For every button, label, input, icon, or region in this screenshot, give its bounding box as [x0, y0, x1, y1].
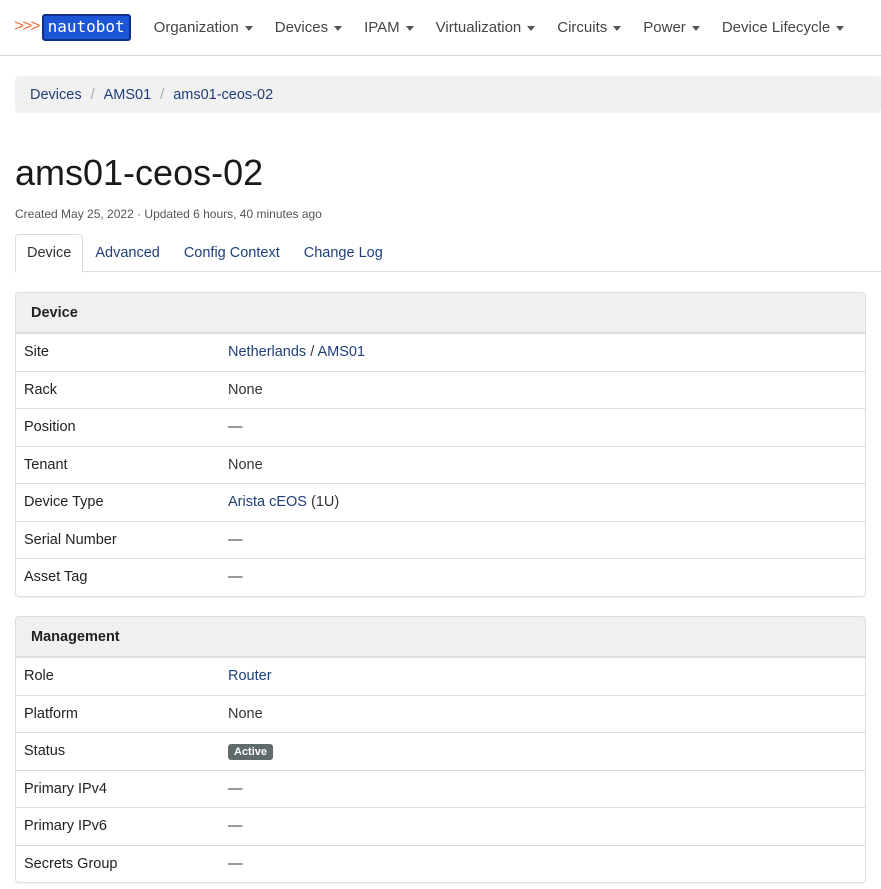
site-link[interactable]: AMS01 [317, 344, 365, 360]
table-row: Status Active [16, 732, 865, 770]
panel-heading: Device [16, 293, 865, 333]
row-label: Position [24, 419, 76, 436]
row-value: Arista cEOS (1U) [228, 494, 339, 510]
table-row: Primary IPv4 — [16, 769, 865, 808]
table-row: Site Netherlands / AMS01 [16, 333, 865, 371]
row-label: Serial Number [24, 531, 117, 548]
device-panel: Device Site Netherlands / AMS01 Rack Non… [15, 292, 866, 597]
panel-heading: Management [16, 617, 865, 657]
role-link[interactable]: Router [228, 668, 272, 684]
nav-devices[interactable]: Devices [264, 0, 353, 56]
nav-label: Devices [274, 19, 329, 36]
row-label: Secrets Group [24, 855, 118, 872]
nav-label: Device Lifecycle [721, 19, 831, 36]
row-value: — [228, 569, 243, 586]
tab-bar: Device Advanced Config Context Change Lo… [15, 234, 881, 273]
breadcrumb-separator: / [90, 86, 95, 103]
nav-power[interactable]: Power [632, 0, 711, 56]
row-label: Role [24, 668, 54, 685]
row-value: None [228, 705, 263, 722]
nav-organization[interactable]: Organization [143, 0, 264, 56]
page-meta: Created May 25, 2022 · Updated 6 hours, … [15, 207, 322, 221]
device-type-size: (1U) [306, 494, 340, 511]
table-row: Platform None [16, 694, 865, 733]
nav-label: Power [643, 19, 686, 36]
breadcrumb-devices[interactable]: Devices [30, 87, 82, 103]
table-row: Rack None [16, 370, 865, 409]
brand-arrows-icon: >>> [14, 18, 41, 37]
management-panel: Management Role Router Platform None Sta… [15, 616, 866, 883]
breadcrumb-device[interactable]: ams01-ceos-02 [173, 87, 273, 103]
device-type-link[interactable]: Arista cEOS [228, 494, 307, 510]
tab-device[interactable]: Device [15, 234, 84, 273]
row-label: Status [24, 743, 66, 760]
nav-label: Organization [153, 19, 239, 36]
tab-change-log[interactable]: Change Log [292, 234, 395, 272]
row-value: Netherlands / AMS01 [228, 344, 365, 360]
breadcrumb-site[interactable]: AMS01 [104, 87, 152, 103]
row-label: Primary IPv6 [24, 818, 107, 835]
status-badge: Active [228, 743, 274, 760]
caret-down-icon [244, 26, 253, 31]
nav-device-lifecycle[interactable]: Device Lifecycle [711, 0, 855, 56]
row-label: Asset Tag [24, 569, 88, 586]
brand-name: nautobot [41, 14, 131, 41]
caret-down-icon [527, 26, 536, 31]
row-label: Site [24, 344, 49, 361]
page-title: ams01-ceos-02 [15, 152, 264, 193]
row-value: — [228, 818, 243, 835]
table-row: Primary IPv6 — [16, 807, 865, 845]
caret-down-icon [334, 26, 343, 31]
nav-ipam[interactable]: IPAM [353, 0, 425, 56]
row-value: — [228, 780, 243, 797]
row-label: Tenant [24, 456, 68, 473]
row-label: Rack [24, 381, 58, 398]
table-row: Position — [16, 408, 865, 446]
row-value: None [228, 456, 263, 473]
brand-logo[interactable]: >>> nautobot [14, 14, 131, 41]
site-separator: / [306, 344, 318, 361]
breadcrumb-separator: / [160, 86, 165, 103]
table-row: Serial Number — [16, 520, 865, 559]
caret-down-icon [405, 26, 414, 31]
nav-circuits[interactable]: Circuits [546, 0, 632, 56]
row-label: Device Type [24, 494, 104, 511]
caret-down-icon [691, 26, 700, 31]
row-value: None [228, 381, 263, 398]
table-row: Device Type Arista cEOS (1U) [16, 483, 865, 521]
row-value: Router [228, 668, 272, 684]
breadcrumb: Devices / AMS01 / ams01-ceos-02 [15, 76, 881, 113]
row-value: — [228, 531, 243, 548]
nav-virtualization[interactable]: Virtualization [425, 0, 547, 56]
nav-label: Circuits [557, 19, 608, 36]
table-row: Asset Tag — [16, 558, 865, 596]
top-navbar: >>> nautobot Organization Devices IPAM V… [0, 0, 881, 56]
caret-down-icon [836, 26, 845, 31]
tab-advanced[interactable]: Advanced [83, 234, 172, 272]
row-value: Active [228, 743, 274, 760]
caret-down-icon [613, 26, 622, 31]
site-region-link[interactable]: Netherlands [228, 344, 306, 360]
nav-label: Virtualization [435, 19, 522, 36]
row-label: Primary IPv4 [24, 780, 107, 797]
row-value: — [228, 419, 243, 436]
nav-label: IPAM [364, 19, 400, 36]
table-row: Role Router [16, 657, 865, 695]
row-label: Platform [24, 705, 78, 722]
table-row: Tenant None [16, 445, 865, 484]
tab-config-context[interactable]: Config Context [172, 234, 292, 272]
table-row: Secrets Group — [16, 844, 865, 883]
row-value: — [228, 855, 243, 872]
